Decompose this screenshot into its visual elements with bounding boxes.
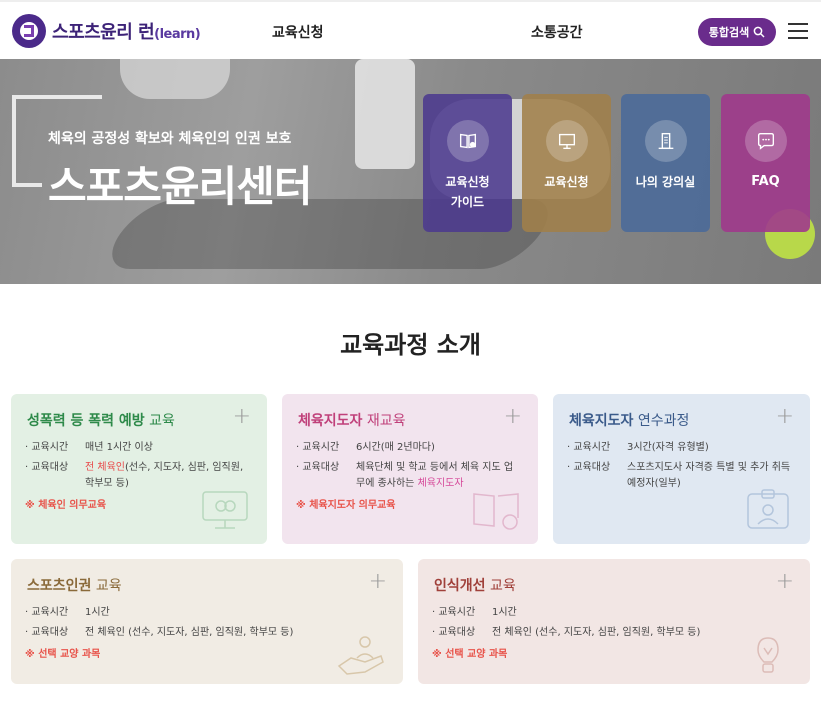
unified-search-button[interactable]: 통합검색 [698,18,776,46]
course-title: 체육지도자 재교육 [298,413,406,429]
quick-link-education-guide[interactable]: 교육신청 가이드 [423,94,512,232]
expand-plus-icon[interactable]: + [776,406,794,428]
quick-link-my-classroom[interactable]: 나의 강의실 [621,94,710,232]
search-label: 통합검색 [708,26,750,39]
logo-sub: (learn) [154,27,201,42]
site-logo[interactable]: 스포츠윤리 런(learn) [12,14,201,48]
hero-subtitle: 체육의 공정성 확보와 체육인의 인권 보호 [48,131,292,147]
course-card-coach-retraining[interactable]: 체육지도자 재교육 + 교육시간6시간(매 2년마다) 교육대상체육단체 및 학… [282,394,538,544]
hero-photo-sock [355,59,415,169]
expand-plus-icon[interactable]: + [369,571,387,593]
quick-link-label: 교육신청 가이드 [445,175,490,209]
course-card-sports-human-rights[interactable]: 스포츠인권 교육 + 교육시간1시간 교육대상전 체육인 (선수, 지도자, 심… [11,559,403,684]
site-header: 스포츠윤리 런(learn) 교육신청 소통공간 통합검색 [0,0,821,59]
id-badge-icon [747,489,789,529]
hero-banner: 체육의 공정성 확보와 체육인의 인권 보호 스포츠윤리센터 교육신청 가이드 … [0,59,821,284]
course-note: ※ 선택 교양 과목 [25,649,101,660]
presentation-icon [545,120,588,162]
course-title: 성폭력 등 폭력 예방 교육 [27,413,175,429]
search-icon [753,26,765,38]
course-title: 체육지도자 연수과정 [569,413,690,429]
nav-education-apply[interactable]: 교육신청 [272,22,324,42]
book-refresh-icon [473,493,519,530]
expand-plus-icon[interactable]: + [233,406,251,428]
quick-link-label: 나의 강의실 [635,175,696,189]
monitor-people-icon [202,491,248,529]
course-title: 스포츠인권 교육 [27,578,122,594]
chat-bubble-icon [744,120,787,162]
quick-link-label: 교육신청 [544,175,589,189]
section-title: 교육과정 소개 [340,331,481,359]
course-card-violence-prevention[interactable]: 성폭력 등 폭력 예방 교육 + 교육시간매년 1시간 이상 교육대상전 체육인… [11,394,267,544]
logo-icon [12,14,46,48]
hand-person-icon [337,636,384,675]
course-note: ※ 선택 교양 과목 [432,649,508,660]
nav-community[interactable]: 소통공간 [531,22,583,42]
book-info-icon [446,120,489,162]
logo-text: 스포츠윤리 런 [52,22,155,43]
hamburger-menu-icon[interactable] [788,23,808,39]
lightbulb-icon [757,637,779,673]
hero-title: 스포츠윤리센터 [48,162,312,211]
hero-photo-shoe [120,59,230,99]
course-card-coach-training[interactable]: 체육지도자 연수과정 + 교육시간3시간(자격 유형별) 교육대상스포츠지도사 … [553,394,810,544]
course-card-awareness-improvement[interactable]: 인식개선 교육 + 교육시간1시간 교육대상전 체육인 (선수, 지도자, 심판… [418,559,810,684]
course-title: 인식개선 교육 [434,578,516,594]
quick-link-education-apply[interactable]: 교육신청 [522,94,611,232]
building-icon [644,120,687,162]
expand-plus-icon[interactable]: + [504,406,522,428]
quick-link-label: FAQ [751,174,780,189]
quick-link-faq[interactable]: FAQ [721,94,810,232]
hero-bracket-decoration-bottom [12,159,42,187]
expand-plus-icon[interactable]: + [776,571,794,593]
